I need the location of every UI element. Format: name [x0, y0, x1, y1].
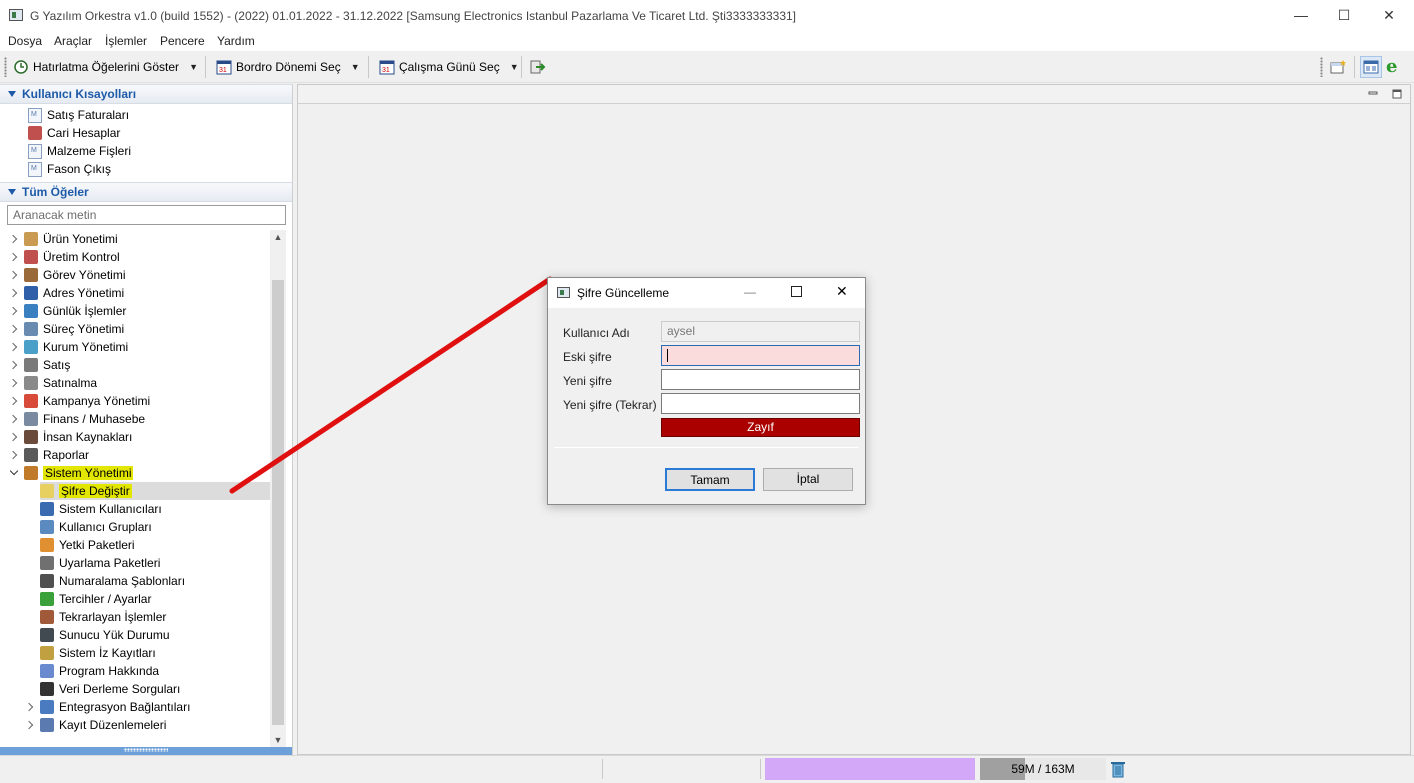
password-strength-bar: Zayıf — [661, 418, 860, 437]
new-password-field[interactable] — [661, 369, 860, 390]
username-field: aysel — [661, 321, 860, 342]
dialog-close-button[interactable]: ✕ — [836, 283, 848, 300]
text-cursor — [667, 349, 668, 362]
new-password-label: Yeni şifre — [563, 374, 612, 388]
dialog-divider — [554, 447, 859, 448]
dialog-maximize-button[interactable] — [791, 286, 802, 297]
old-password-field[interactable] — [661, 345, 860, 366]
old-password-label: Eski şifre — [563, 350, 612, 364]
dialog-title: Şifre Güncelleme — [577, 286, 670, 300]
dialog-title-bar: Şifre Güncelleme — ✕ — [548, 278, 865, 308]
annotation-line — [229, 276, 553, 494]
cancel-button[interactable]: İptal — [763, 468, 853, 491]
dialog-app-icon — [557, 287, 570, 298]
dialog-minimize-button[interactable]: — — [744, 285, 756, 299]
username-label: Kullanıcı Adı — [563, 326, 630, 340]
confirm-password-label: Yeni şifre (Tekrar) — [563, 398, 657, 412]
ok-button[interactable]: Tamam — [665, 468, 755, 491]
confirm-password-field[interactable] — [661, 393, 860, 414]
password-update-dialog: Şifre Güncelleme — ✕ Kullanıcı Adı aysel… — [547, 277, 866, 505]
